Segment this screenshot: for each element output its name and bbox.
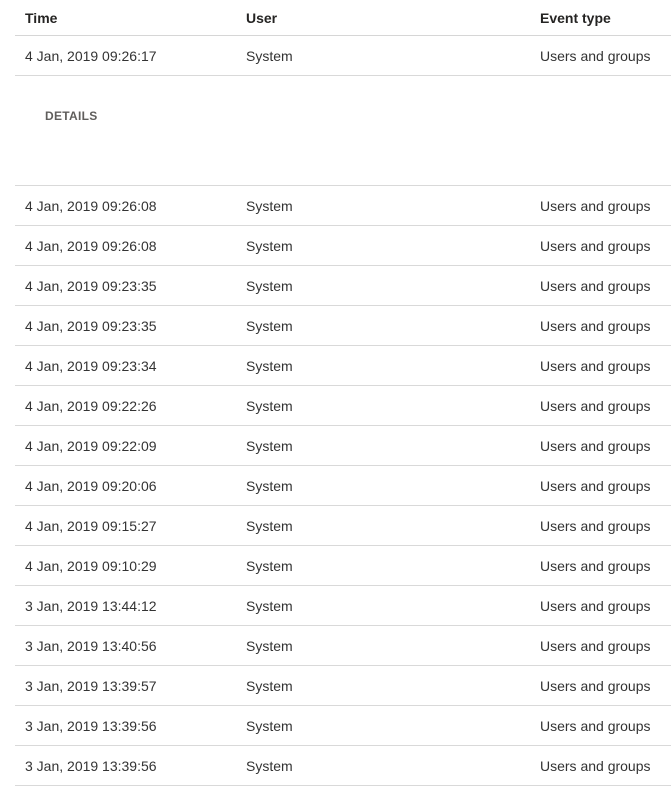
- row-details-panel: DETAILS: [15, 76, 671, 186]
- row-event-type: Users and groups: [540, 678, 651, 694]
- row-event-type: Users and groups: [540, 718, 651, 734]
- row-event-type: Users and groups: [540, 478, 651, 494]
- row-user: System: [246, 598, 293, 614]
- table-row[interactable]: 4 Jan, 2019 09:22:09 System Users and grou…: [15, 426, 671, 466]
- row-time: 4 Jan, 2019 09:26:08: [25, 238, 157, 254]
- table-row[interactable]: 4 Jan, 2019 09:26:08 System Users and grou…: [15, 226, 671, 266]
- row-time: 3 Jan, 2019 13:40:56: [25, 638, 157, 654]
- audit-log-table: Time User Event type 4 Jan, 2019 09:26:1…: [0, 0, 671, 786]
- row-event-type: Users and groups: [540, 358, 651, 374]
- row-user: System: [246, 238, 293, 254]
- table-row[interactable]: 4 Jan, 2019 09:10:29 System Users and grou…: [15, 546, 671, 586]
- row-time: 4 Jan, 2019 09:26:17: [25, 48, 157, 64]
- table-row[interactable]: 3 Jan, 2019 13:44:12 System Users and grou…: [15, 586, 671, 626]
- table-header: Time User Event type: [15, 0, 671, 36]
- row-event-type: Users and groups: [540, 278, 651, 294]
- row-time: 4 Jan, 2019 09:23:34: [25, 358, 157, 374]
- row-user: System: [246, 358, 293, 374]
- column-header-event-type[interactable]: Event type: [540, 10, 611, 26]
- table-row[interactable]: 4 Jan, 2019 09:23:35 System Users and grou…: [15, 306, 671, 346]
- row-event-type: Users and groups: [540, 518, 651, 534]
- row-user: System: [246, 518, 293, 534]
- row-event-type: Users and groups: [540, 48, 651, 64]
- row-time: 4 Jan, 2019 09:20:06: [25, 478, 157, 494]
- row-event-type: Users and groups: [540, 238, 651, 254]
- row-user: System: [246, 758, 293, 774]
- row-event-type: Users and groups: [540, 198, 651, 214]
- table-row[interactable]: 4 Jan, 2019 09:26:08 System Users and grou…: [15, 186, 671, 226]
- table-row[interactable]: 4 Jan, 2019 09:22:26 System Users and grou…: [15, 386, 671, 426]
- row-time: 4 Jan, 2019 09:23:35: [25, 318, 157, 334]
- row-event-type: Users and groups: [540, 758, 651, 774]
- row-user: System: [246, 48, 293, 64]
- row-time: 4 Jan, 2019 09:22:26: [25, 398, 157, 414]
- row-user: System: [246, 718, 293, 734]
- table-body: 4 Jan, 2019 09:26:08 System Users and grou…: [0, 186, 671, 786]
- table-row[interactable]: 3 Jan, 2019 13:39:56 System Users and grou…: [15, 746, 671, 786]
- row-event-type: Users and groups: [540, 638, 651, 654]
- row-time: 3 Jan, 2019 13:39:56: [25, 718, 157, 734]
- table-row-expanded[interactable]: 4 Jan, 2019 09:26:17 System Users and gr…: [15, 36, 671, 76]
- table-row[interactable]: 4 Jan, 2019 09:15:27 System Users and grou…: [15, 506, 671, 546]
- row-time: 3 Jan, 2019 13:44:12: [25, 598, 157, 614]
- row-user: System: [246, 278, 293, 294]
- row-time: 4 Jan, 2019 09:23:35: [25, 278, 157, 294]
- row-time: 3 Jan, 2019 13:39:56: [25, 758, 157, 774]
- row-event-type: Users and groups: [540, 598, 651, 614]
- table-row[interactable]: 3 Jan, 2019 13:40:56 System Users and grou…: [15, 626, 671, 666]
- row-event-type: Users and groups: [540, 318, 651, 334]
- column-header-time[interactable]: Time: [25, 10, 57, 26]
- row-time: 3 Jan, 2019 13:39:57: [25, 678, 157, 694]
- row-event-type: Users and groups: [540, 438, 651, 454]
- row-user: System: [246, 398, 293, 414]
- row-user: System: [246, 198, 293, 214]
- row-time: 4 Jan, 2019 09:22:09: [25, 438, 157, 454]
- column-header-user[interactable]: User: [246, 10, 277, 26]
- table-row[interactable]: 4 Jan, 2019 09:23:35 System Users and grou…: [15, 266, 671, 306]
- row-user: System: [246, 318, 293, 334]
- row-user: System: [246, 478, 293, 494]
- row-time: 4 Jan, 2019 09:26:08: [25, 198, 157, 214]
- row-user: System: [246, 678, 293, 694]
- row-user: System: [246, 558, 293, 574]
- row-event-type: Users and groups: [540, 558, 651, 574]
- table-row[interactable]: 4 Jan, 2019 09:23:34 System Users and grou…: [15, 346, 671, 386]
- row-time: 4 Jan, 2019 09:15:27: [25, 518, 157, 534]
- row-user: System: [246, 438, 293, 454]
- details-label: DETAILS: [45, 109, 98, 123]
- table-row[interactable]: 3 Jan, 2019 13:39:57 System Users and grou…: [15, 666, 671, 706]
- row-event-type: Users and groups: [540, 398, 651, 414]
- row-user: System: [246, 638, 293, 654]
- table-row[interactable]: 4 Jan, 2019 09:20:06 System Users and grou…: [15, 466, 671, 506]
- table-row[interactable]: 3 Jan, 2019 13:39:56 System Users and grou…: [15, 706, 671, 746]
- row-time: 4 Jan, 2019 09:10:29: [25, 558, 157, 574]
